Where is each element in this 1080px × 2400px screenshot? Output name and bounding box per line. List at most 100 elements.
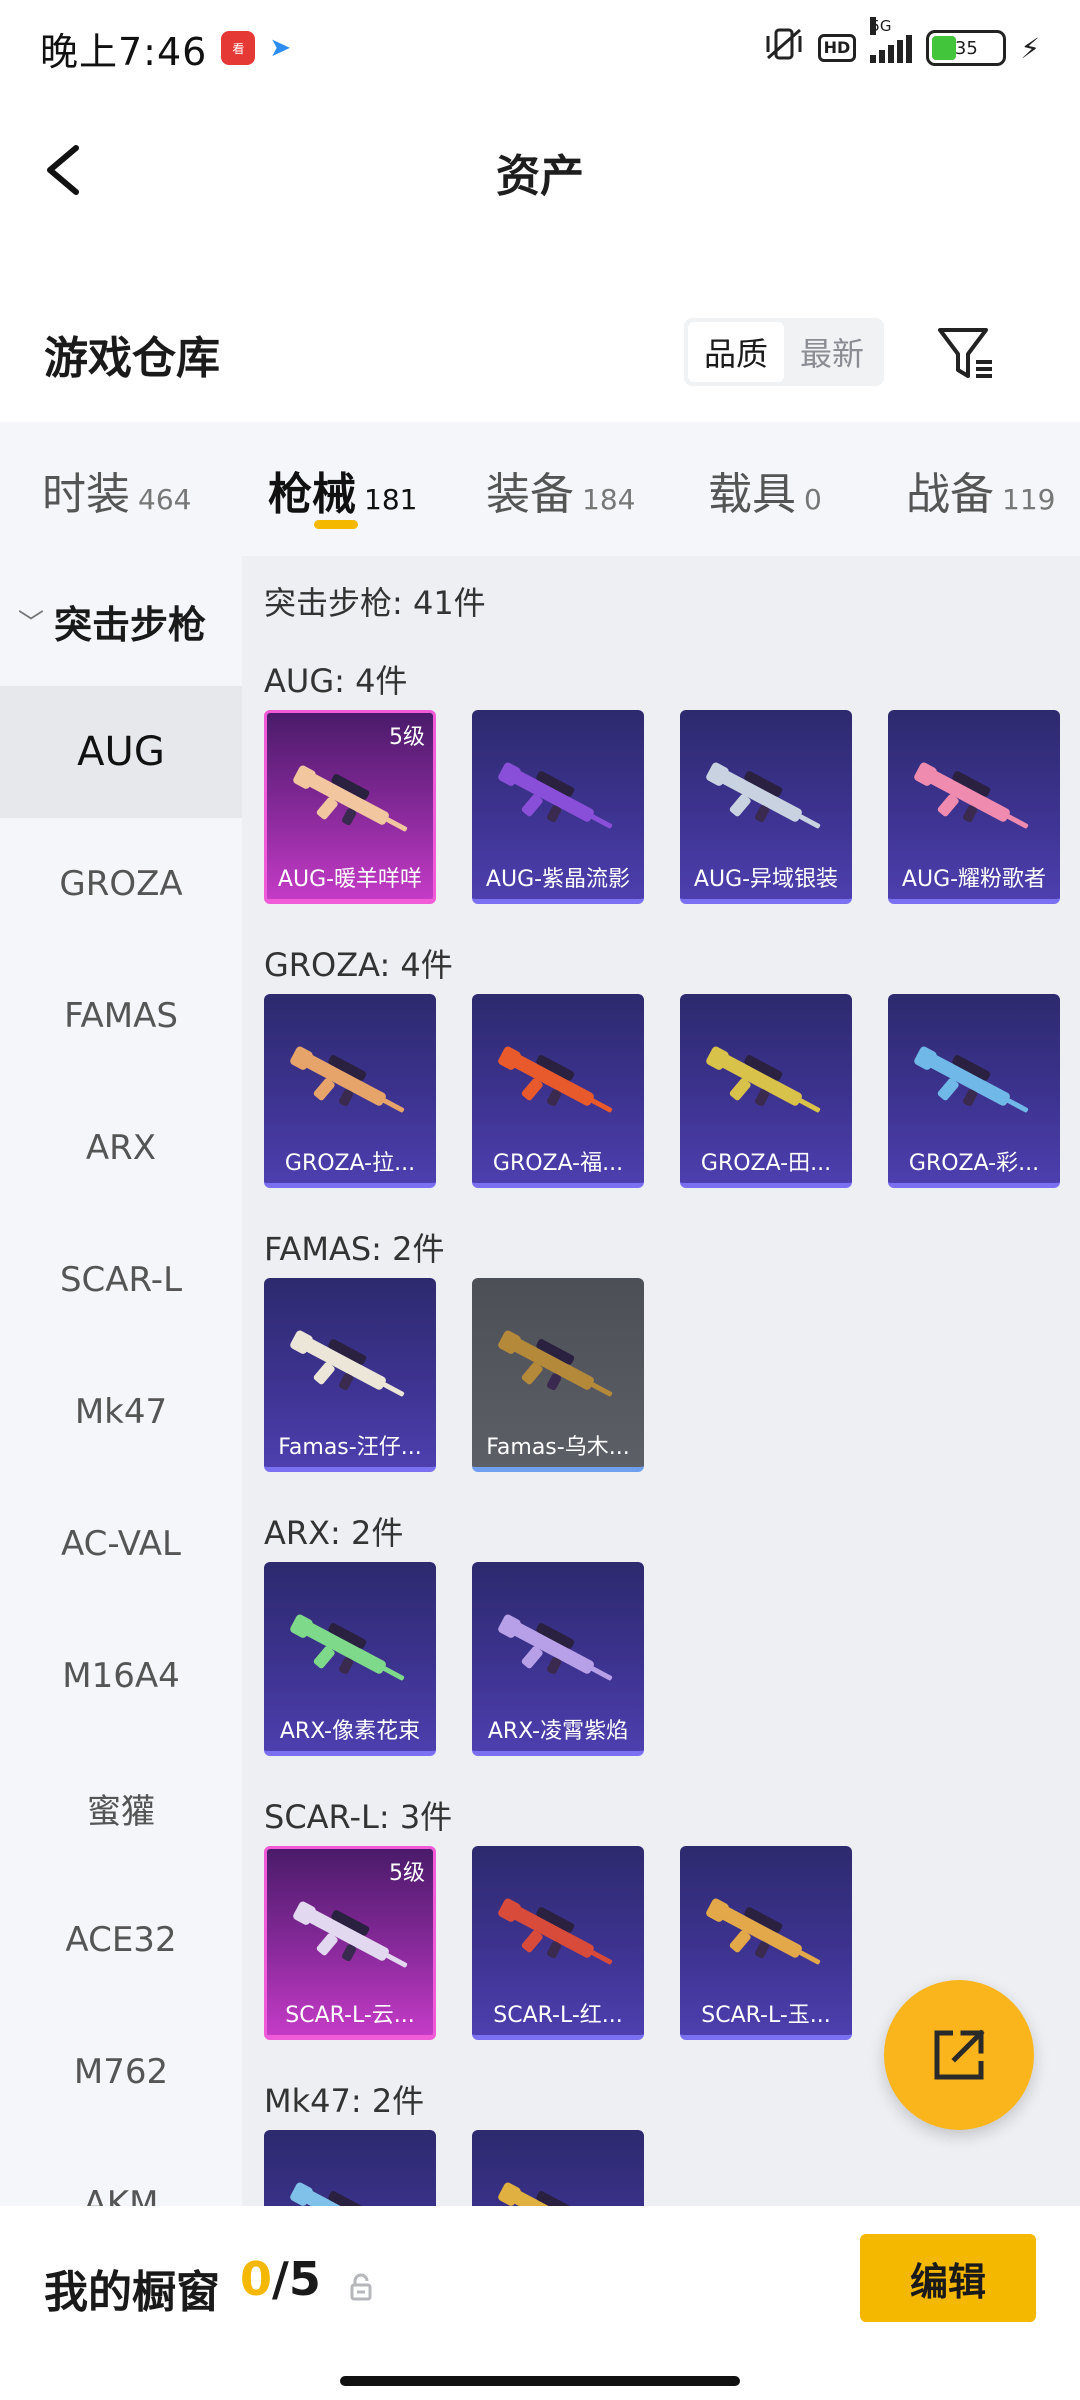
chevron-down-icon: ﹀ [18,608,45,639]
group-title: FAMAS: 2件 [264,1230,445,1268]
group-title: GROZA: 4件 [264,946,453,984]
weapon-card[interactable]: GROZA-彩... [888,994,1060,1188]
group-title: SCAR-L: 3件 [264,1798,453,1836]
showcase-count: 0/5 [240,2252,321,2306]
sidebar-item-2[interactable]: FAMAS [0,950,242,1082]
sort-latest-button[interactable]: 最新 [784,322,880,382]
sidebar-item-7[interactable]: M16A4 [0,1610,242,1742]
weapon-sidebar: ﹀ 突击步枪 AUG GROZA FAMAS ARX SCAR-L Mk47 AC-VAL M… [0,556,242,2206]
share-button[interactable] [884,1980,1034,2130]
weapon-card[interactable]: AUG-耀粉歌者 [888,710,1060,904]
weapon-card[interactable]: 5级 SCAR-L-云... [264,1846,436,2040]
weapon-card[interactable]: GROZA-拉... [264,994,436,1188]
group-title: Mk47: 2件 [264,2082,425,2120]
weapon-name: AUG-紫晶流影 [485,867,631,892]
sidebar-category-assault-rifle[interactable]: ﹀ 突击步枪 [0,556,242,686]
lock-icon [346,2272,376,2302]
battery-level: 35 [954,37,978,59]
weapon-name: Famas-汪仔... [278,1435,422,1460]
weapon-card[interactable]: GROZA-田... [680,994,852,1188]
tab-combat-gear[interactable]: 战备 119 [906,458,1055,522]
rifle-icon [498,762,613,829]
weapon-card[interactable]: ARX-像素花束 [264,1562,436,1756]
tab-label: 战备 [906,469,994,520]
weapon-name: AUG-耀粉歌者 [901,867,1047,892]
weapon-card[interactable]: ARX-凌霄紫焰 [472,1562,644,1756]
rifle-icon [498,2182,594,2206]
weapon-card[interactable]: SCAR-L-红... [472,1846,644,2040]
weapon-name: AUG-暖羊咩咩 [277,867,423,892]
status-time: 晚上7:46 [40,29,208,74]
weapon-card[interactable]: 5级 AUG-暖羊咩咩 [264,710,436,904]
tab-label: 载具 [708,469,796,520]
weapon-card[interactable]: AUG-异域银装 [680,710,852,904]
showcase-label: 我的橱窗 [44,2267,220,2318]
sort-toggle: 品质 最新 [684,318,884,386]
external-link-icon [934,2029,985,2080]
paper-plane-icon: ➤ [269,33,292,63]
charging-icon: ⚡ [1020,31,1040,65]
weapon-name: ARX-凌霄紫焰 [487,1719,629,1744]
weapon-card[interactable] [264,2130,436,2206]
hd-icon: HD [817,34,857,62]
rifle-icon [706,762,821,829]
tab-count: 464 [138,483,192,516]
rifle-icon [914,1046,1029,1113]
weapon-name: Famas-乌木... [486,1435,630,1460]
weapon-name: GROZA-彩... [908,1151,1040,1176]
signal-icon: 5G [870,17,913,63]
sidebar-item-1[interactable]: GROZA [0,818,242,950]
weapon-name: SCAR-L-红... [493,2003,623,2028]
weapon-card[interactable]: GROZA-福... [472,994,644,1188]
rifle-icon [706,1046,821,1113]
weapon-name: GROZA-田... [700,1151,832,1176]
sidebar-item-8[interactable]: 蜜獾 [0,1742,242,1874]
tab-vehicles[interactable]: 载具 0 [708,458,822,522]
notification-app-icon: 看 [221,31,256,65]
sidebar-category-label: 突击步枪 [54,602,207,647]
sidebar-item-10[interactable]: M762 [0,2006,242,2138]
tab-count: 181 [364,483,418,516]
tab-count: 184 [582,483,636,516]
tab-label: 枪械 [268,469,356,520]
sidebar-item-9[interactable]: ACE32 [0,1874,242,2006]
level-badge: 5级 [389,1861,425,1886]
page-title: 资产 [496,151,584,202]
weapon-card[interactable]: SCAR-L-玉... [680,1846,852,2040]
sidebar-item-5[interactable]: Mk47 [0,1346,242,1478]
sidebar-item-0[interactable]: AUG [0,686,242,818]
weapon-card[interactable]: Famas-汪仔... [264,1278,436,1472]
rifle-icon [290,2182,386,2206]
sidebar-item-3[interactable]: ARX [0,1082,242,1214]
weapon-name: GROZA-福... [492,1151,624,1176]
showcase-current: 0 [240,2252,273,2306]
weapon-name: ARX-像素花束 [279,1719,421,1744]
nav-bar: 资产 [0,110,1080,230]
group-title: ARX: 2件 [264,1514,404,1552]
weapon-card[interactable] [472,2130,644,2206]
filter-icon[interactable] [934,322,996,384]
weapon-card[interactable]: AUG-紫晶流影 [472,710,644,904]
rifle-icon [498,1046,613,1113]
weapon-name: GROZA-拉... [284,1151,416,1176]
tab-fashion[interactable]: 时装 464 [42,458,191,522]
vibrate-off-icon [764,26,804,70]
tab-label: 时装 [42,469,130,520]
rifle-icon [498,1898,613,1965]
rifle-icon [914,762,1029,829]
rifle-icon [290,1330,405,1397]
bottom-bar: 我的橱窗 0/5 编辑 [0,2206,1080,2400]
sort-quality-button[interactable]: 品质 [688,322,784,382]
sidebar-item-11[interactable]: AKM [0,2138,242,2206]
status-icons: HD 5G 35 ⚡ [764,17,1040,70]
category-tabs: 时装 464 枪械 181 装备 184 载具 0 战备 119 [0,422,1080,556]
group-title: AUG: 4件 [264,662,408,700]
edit-button[interactable]: 编辑 [860,2234,1036,2322]
sidebar-item-6[interactable]: AC-VAL [0,1478,242,1610]
tab-guns[interactable]: 枪械 181 [268,458,417,522]
battery-icon: 35 [926,30,1007,66]
rifle-icon [290,1614,405,1681]
sidebar-item-4[interactable]: SCAR-L [0,1214,242,1346]
weapon-card[interactable]: Famas-乌木... [472,1278,644,1472]
tab-equipment[interactable]: 装备 184 [486,458,635,522]
